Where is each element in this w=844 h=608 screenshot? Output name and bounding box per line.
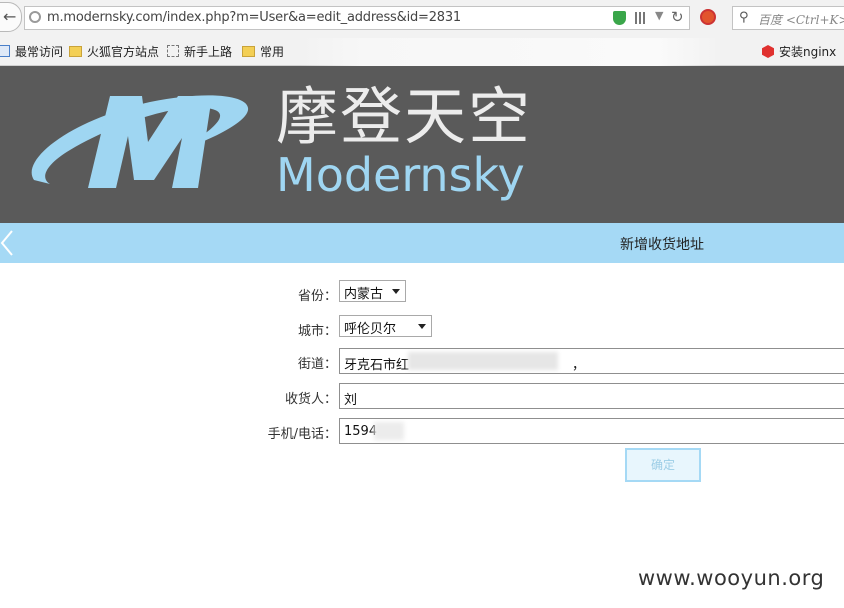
city-select[interactable]: 呼伦贝尔 bbox=[339, 315, 432, 337]
redacted-text bbox=[374, 422, 404, 440]
back-arrow-icon: ← bbox=[3, 7, 17, 26]
search-input[interactable]: ⚲ 百度 <Ctrl+K> bbox=[732, 6, 844, 30]
page-titlebar: 新增收货地址 bbox=[0, 223, 844, 263]
bookmark-install-nginx[interactable]: 安装nginx bbox=[762, 43, 836, 60]
magento-icon bbox=[762, 45, 774, 58]
receiver-input[interactable]: 刘 bbox=[339, 383, 844, 409]
province-label: 省份： bbox=[297, 289, 337, 304]
receiver-label: 收货人： bbox=[284, 392, 337, 407]
city-label: 城市： bbox=[297, 324, 337, 339]
dropdown-icon[interactable]: ▼ bbox=[655, 9, 663, 22]
redacted-text bbox=[408, 352, 558, 370]
chevron-down-icon bbox=[418, 324, 426, 329]
bookmark-getting-started[interactable]: 新手上路 bbox=[167, 43, 232, 60]
search-icon: ⚲ bbox=[739, 10, 749, 25]
address-bar[interactable]: m.modernsky.com/index.php?m=User&a=edit_… bbox=[24, 6, 690, 30]
province-select[interactable]: 内蒙古 bbox=[339, 280, 406, 302]
bookmark-common[interactable]: 常用 bbox=[242, 43, 284, 60]
receiver-row: 收货人： 刘 bbox=[0, 383, 844, 411]
site-header: 摩登天空 Modernsky bbox=[0, 66, 844, 223]
browser-toolbar: ← m.modernsky.com/index.php?m=User&a=edi… bbox=[0, 0, 844, 36]
search-placeholder: 百度 <Ctrl+K> bbox=[758, 13, 844, 27]
addon-block-icon[interactable] bbox=[700, 9, 716, 25]
shield-icon[interactable] bbox=[613, 11, 626, 25]
globe-icon bbox=[29, 11, 41, 23]
bookmark-most-visited[interactable]: 最常访问 bbox=[0, 43, 63, 60]
folder-icon bbox=[69, 46, 82, 57]
back-chevron-icon[interactable] bbox=[0, 229, 24, 257]
brand-name-en: Modernsky bbox=[276, 148, 525, 202]
url-text: m.modernsky.com/index.php?m=User&a=edit_… bbox=[47, 10, 462, 25]
phone-label: 手机/电话： bbox=[267, 427, 337, 442]
watermark: www.wooyun.org bbox=[638, 566, 825, 590]
modernsky-logo-icon[interactable] bbox=[30, 80, 260, 200]
page-icon bbox=[167, 45, 179, 57]
phone-input[interactable]: 1594 bbox=[339, 418, 844, 444]
brand-name-cn: 摩登天空 bbox=[276, 80, 533, 153]
reload-icon[interactable]: ↻ bbox=[671, 8, 684, 26]
submit-button[interactable]: 确定 bbox=[625, 448, 701, 482]
folder-icon bbox=[242, 46, 255, 57]
bookmarks-bar: 最常访问 火狐官方站点 新手上路 常用 安装nginx bbox=[0, 36, 844, 66]
qr-code-icon[interactable] bbox=[635, 12, 647, 24]
browser-back-button[interactable]: ← bbox=[0, 2, 22, 32]
street-label: 街道： bbox=[297, 357, 337, 372]
city-row: 城市： 呼伦贝尔 bbox=[0, 315, 844, 343]
redacted-region bbox=[300, 38, 720, 66]
page-title: 新增收货地址 bbox=[620, 237, 704, 253]
province-row: 省份： 内蒙古 bbox=[0, 280, 844, 308]
street-row: 街道： 牙克石市红 ， bbox=[0, 348, 844, 376]
street-input[interactable]: 牙克石市红 ， bbox=[339, 348, 844, 374]
bookmark-firefox-site[interactable]: 火狐官方站点 bbox=[69, 43, 159, 60]
bookmark-icon bbox=[0, 45, 10, 57]
phone-row: 手机/电话： 1594 bbox=[0, 418, 844, 446]
redacted-text bbox=[360, 387, 400, 405]
chevron-down-icon bbox=[392, 289, 400, 294]
